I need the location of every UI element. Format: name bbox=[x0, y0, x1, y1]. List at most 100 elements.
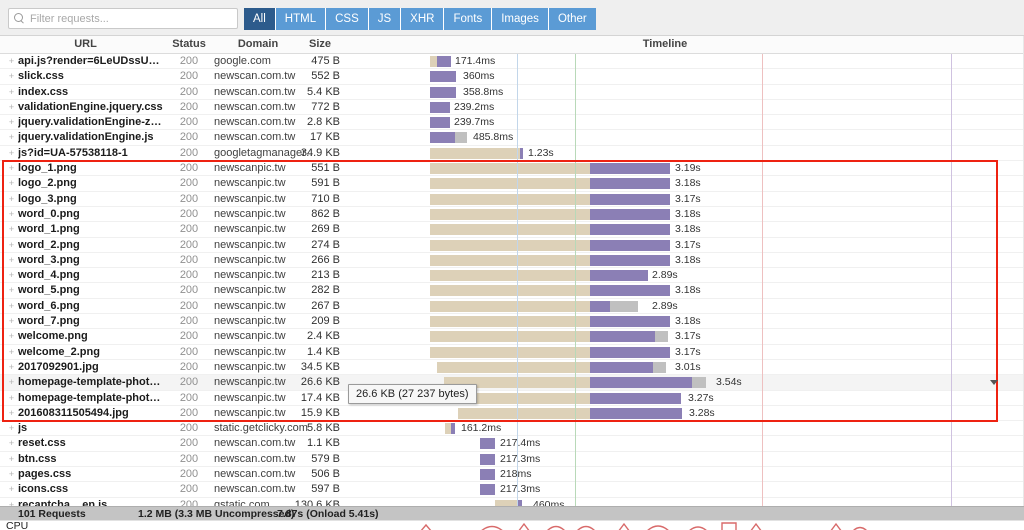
waterfall-cell[interactable]: 3.17s bbox=[345, 192, 1024, 206]
expand-row-icon[interactable]: + bbox=[8, 439, 15, 448]
waterfall-cell[interactable]: 485.8ms bbox=[345, 130, 1024, 144]
waterfall-cell[interactable]: 3.18s bbox=[345, 253, 1024, 267]
waterfall-cell[interactable]: 3.17s bbox=[345, 329, 1024, 343]
column-header-size[interactable]: Size bbox=[300, 38, 340, 50]
table-row[interactable]: + btn.css 200 newscan.com.tw 579 B 217.3ms bbox=[0, 452, 1024, 468]
type-filter-fonts[interactable]: Fonts bbox=[444, 8, 493, 30]
expand-row-icon[interactable]: + bbox=[8, 408, 15, 417]
expand-row-icon[interactable]: + bbox=[8, 378, 15, 387]
waterfall-cell[interactable]: 3.17s bbox=[345, 238, 1024, 252]
waterfall-cell[interactable]: 3.18s bbox=[345, 176, 1024, 190]
table-row[interactable]: + reset.css 200 newscan.com.tw 1.1 KB 217.4ms bbox=[0, 436, 1024, 452]
expand-row-icon[interactable]: + bbox=[8, 179, 15, 188]
expand-row-icon[interactable]: + bbox=[8, 271, 15, 280]
waterfall-cell[interactable]: 3.18s bbox=[345, 207, 1024, 221]
expand-row-icon[interactable]: + bbox=[8, 148, 15, 157]
table-row[interactable]: +homepage-template-photo-3.jpg200newscan… bbox=[0, 391, 1024, 406]
expand-row-icon[interactable]: + bbox=[8, 225, 15, 234]
type-filter-html[interactable]: HTML bbox=[275, 8, 327, 30]
column-header-url[interactable]: URL bbox=[8, 38, 163, 50]
expand-row-icon[interactable]: + bbox=[8, 102, 15, 111]
expand-row-icon[interactable]: + bbox=[8, 194, 15, 203]
type-filter-xhr[interactable]: XHR bbox=[401, 8, 445, 30]
waterfall-cell[interactable]: 239.7ms bbox=[345, 115, 1024, 129]
waterfall-cell[interactable]: 3.19s bbox=[345, 161, 1024, 175]
table-row[interactable]: + logo_3.png 200 newscanpic.tw 710 B 3.17s bbox=[0, 192, 1024, 207]
filter-requests-box[interactable] bbox=[8, 8, 238, 29]
expand-row-icon[interactable]: + bbox=[8, 118, 15, 127]
expand-row-icon[interactable]: + bbox=[8, 72, 15, 81]
expand-row-icon[interactable]: + bbox=[8, 286, 15, 295]
waterfall-cell[interactable]: 217.3ms bbox=[345, 482, 1024, 496]
table-row[interactable]: + word_3.png 200 newscanpic.tw 266 B 3.18s bbox=[0, 253, 1024, 269]
table-row[interactable]: +201608311505494.jpg 200 newscanpic.tw 15.9… bbox=[0, 406, 1024, 422]
table-row[interactable]: + word_0.png 200 newscanpic.tw 862 B 3.18s bbox=[0, 207, 1024, 223]
table-row[interactable]: + validationEngine.jquery.css 200 newscan.c… bbox=[0, 100, 1024, 116]
table-row[interactable]: +jquery.validationEngine-zh_T…200newscan… bbox=[0, 115, 1024, 131]
table-row[interactable]: + jquery.validationEngine.js 200 newscan.co… bbox=[0, 130, 1024, 146]
waterfall-cell[interactable]: 239.2ms bbox=[345, 100, 1024, 114]
expand-row-icon[interactable]: + bbox=[8, 454, 15, 463]
type-filter-other[interactable]: Other bbox=[548, 8, 596, 30]
type-filter-css[interactable]: CSS bbox=[326, 8, 369, 30]
expand-row-icon[interactable]: + bbox=[8, 133, 15, 142]
waterfall-cell[interactable]: 3.18s bbox=[345, 222, 1024, 236]
expand-row-icon[interactable]: + bbox=[8, 164, 15, 173]
waterfall-cell[interactable]: 2.89s bbox=[345, 299, 1024, 313]
expand-row-icon[interactable]: + bbox=[8, 240, 15, 249]
waterfall-cell[interactable]: 3.17s bbox=[345, 345, 1024, 359]
table-row[interactable]: + word_1.png 200 newscanpic.tw 269 B 3.18s bbox=[0, 222, 1024, 238]
waterfall-cell[interactable]: 218ms bbox=[345, 467, 1024, 481]
table-row[interactable]: + word_6.png 200 newscanpic.tw 267 B 2.89s bbox=[0, 299, 1024, 315]
waterfall-cell[interactable]: 3.28s bbox=[345, 406, 1024, 420]
waterfall-cell[interactable]: 217.3ms bbox=[345, 452, 1024, 466]
column-header-domain[interactable]: Domain bbox=[214, 38, 302, 50]
expand-row-icon[interactable]: + bbox=[8, 317, 15, 326]
table-row[interactable]: + welcome.png 200 newscanpic.tw 2.4 KB 3.17s bbox=[0, 329, 1024, 345]
table-row[interactable]: + logo_2.png 200 newscanpic.tw 591 B 3.18s bbox=[0, 176, 1024, 192]
waterfall-cell[interactable]: 3.18s bbox=[345, 283, 1024, 297]
table-row[interactable]: +api.js?render=6LeUDssUAAA…200google.com… bbox=[0, 54, 1024, 70]
expand-row-icon[interactable]: + bbox=[8, 87, 15, 96]
waterfall-cell[interactable]: 171.4ms bbox=[345, 54, 1024, 68]
table-row[interactable]: + recaptcha__en.js 200 gstatic.com 130.6 KB 4… bbox=[0, 498, 1024, 506]
table-row[interactable]: + word_4.png 200 newscanpic.tw 213 B 2.89s bbox=[0, 268, 1024, 284]
waterfall-cell[interactable]: 1.23s bbox=[345, 146, 1024, 160]
expand-row-icon[interactable]: + bbox=[8, 57, 15, 66]
column-header-status[interactable]: Status bbox=[166, 38, 212, 50]
type-filter-js[interactable]: JS bbox=[368, 8, 402, 30]
table-row[interactable]: + word_7.png 200 newscanpic.tw 209 B 3.18s bbox=[0, 314, 1024, 330]
table-row[interactable]: + icons.css 200 newscan.com.tw 597 B 217.3ms bbox=[0, 482, 1024, 498]
expand-row-icon[interactable]: + bbox=[8, 393, 15, 402]
table-row[interactable]: + index.css 200 newscan.com.tw 5.4 KB 358.8ms bbox=[0, 85, 1024, 100]
table-row[interactable]: +2017092901.jpg 200 newscanpic.tw 34.5 KB 3.… bbox=[0, 360, 1024, 376]
waterfall-cell[interactable]: 2.89s bbox=[345, 268, 1024, 282]
waterfall-cell[interactable]: 3.01s bbox=[345, 360, 1024, 374]
expand-row-icon[interactable]: + bbox=[8, 362, 15, 371]
waterfall-cell[interactable]: 217.4ms bbox=[345, 436, 1024, 450]
expand-row-icon[interactable]: + bbox=[8, 485, 15, 494]
type-filter-images[interactable]: Images bbox=[492, 8, 549, 30]
search-input[interactable] bbox=[30, 12, 230, 25]
table-row[interactable]: + word_5.png 200 newscanpic.tw 282 B 3.18s bbox=[0, 283, 1024, 299]
table-row[interactable]: + slick.css 200 newscan.com.tw 552 B 360ms bbox=[0, 69, 1024, 85]
expand-row-icon[interactable]: + bbox=[8, 424, 15, 433]
waterfall-cell[interactable]: 3.18s bbox=[345, 314, 1024, 328]
table-row[interactable]: + word_2.png 200 newscanpic.tw 274 B 3.17s bbox=[0, 238, 1024, 253]
waterfall-cell[interactable]: 460ms bbox=[345, 498, 1024, 506]
expand-row-icon[interactable]: + bbox=[8, 209, 15, 218]
chevron-down-icon[interactable] bbox=[990, 380, 998, 386]
expand-row-icon[interactable]: + bbox=[8, 470, 15, 479]
table-row[interactable]: + logo_1.png 200 newscanpic.tw 551 B 3.19s bbox=[0, 161, 1024, 177]
table-row[interactable]: + js 200 static.getclicky.com 5.8 KB 161.2ms bbox=[0, 421, 1024, 437]
expand-row-icon[interactable]: + bbox=[8, 301, 15, 310]
waterfall-cell[interactable]: 360ms bbox=[345, 69, 1024, 83]
waterfall-cell[interactable]: 358.8ms bbox=[345, 85, 1024, 99]
table-row[interactable]: + js?id=UA-57538118-1 200 googletagmanager…… bbox=[0, 146, 1024, 162]
type-filter-all[interactable]: All bbox=[244, 8, 276, 30]
table-row[interactable]: + pages.css 200 newscan.com.tw 506 B 218ms bbox=[0, 467, 1024, 483]
expand-row-icon[interactable]: + bbox=[8, 347, 15, 356]
expand-row-icon[interactable]: + bbox=[8, 255, 15, 264]
table-row[interactable]: +homepage-template-photo-1.jpg200newscan… bbox=[0, 375, 1024, 391]
table-row[interactable]: + welcome_2.png 200 newscanpic.tw 1.4 KB 3.17… bbox=[0, 345, 1024, 360]
